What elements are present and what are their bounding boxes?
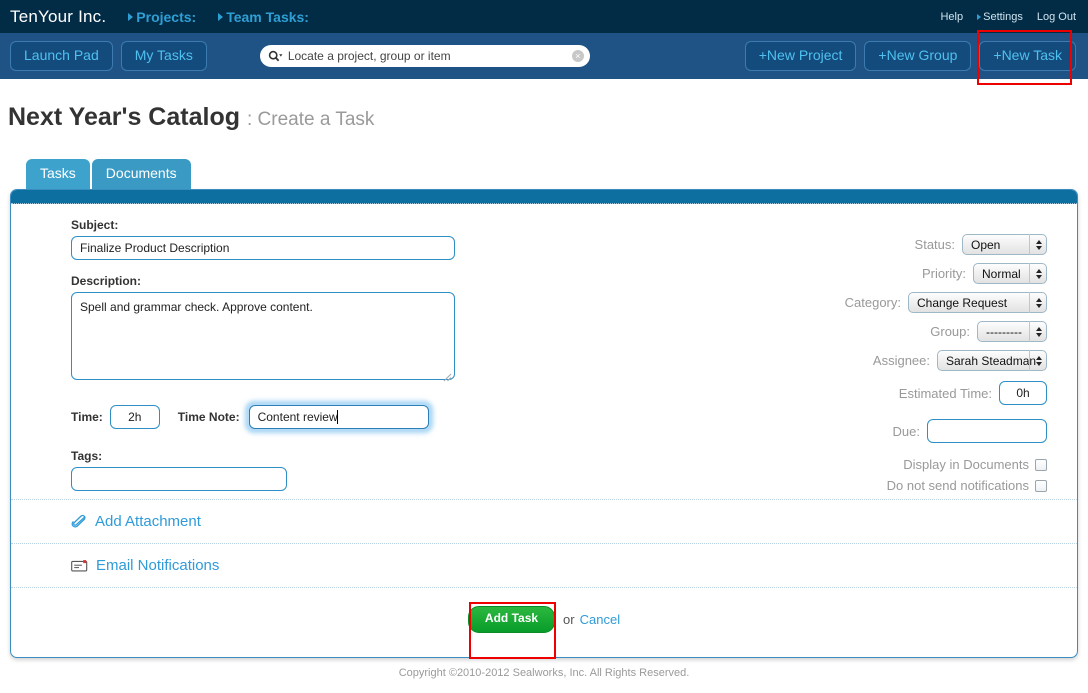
priority-select-wrapper: Normal <box>973 263 1047 285</box>
time-label: Time: <box>71 410 103 425</box>
description-label: Description: <box>71 274 142 289</box>
estimated-time-input[interactable] <box>999 381 1047 406</box>
group-select[interactable]: --------- <box>977 321 1047 343</box>
clear-circle-icon[interactable]: × <box>571 50 584 62</box>
new-task-button[interactable]: +New Task <box>979 40 1076 72</box>
submit-row: Add Task or Cancel <box>11 587 1077 656</box>
page-header: Next Year's Catalog : Create a Task <box>0 79 1088 132</box>
page-subtitle: : Create a Task <box>246 109 375 130</box>
display-in-documents-checkbox[interactable] <box>1035 458 1047 471</box>
my-tasks-button[interactable]: My Tasks <box>120 40 207 72</box>
settings-link[interactable]: Settings <box>977 11 1023 23</box>
category-row: Category: Change Request <box>481 292 1047 314</box>
new-group-button[interactable]: +New Group <box>864 40 972 72</box>
search-box[interactable]: Locate a project, group or item × <box>259 45 590 67</box>
category-label: Category: <box>844 295 901 311</box>
topnav-team-tasks-label: Team Tasks: <box>226 8 309 25</box>
topnav-projects-label: Projects: <box>136 8 197 25</box>
footer: Copyright ©2010-2012 Sealworks, Inc. All… <box>398 666 690 679</box>
assignee-select-wrapper: Sarah Steadman <box>937 350 1047 372</box>
triangle-right-icon <box>218 12 224 21</box>
topnav-projects[interactable]: Projects: <box>128 9 196 25</box>
group-label: Group: <box>930 324 970 340</box>
status-row: Status: Open <box>481 234 1047 256</box>
tags-label: Tags: <box>71 449 103 464</box>
triangle-right-icon <box>128 12 134 21</box>
form-columns: Subject: Description: Time: Time Note: <box>11 218 1077 499</box>
group-row: Group: --------- <box>481 321 1047 343</box>
assignee-row: Assignee: Sarah Steadman <box>481 350 1047 372</box>
settings-label: Settings <box>983 10 1023 23</box>
launch-pad-button[interactable]: Launch Pad <box>10 40 113 72</box>
time-note-focus-ring <box>246 403 431 432</box>
status-label: Status: <box>914 237 955 253</box>
do-not-send-notifications-row: Do not send notifications <box>481 478 1047 493</box>
estimated-time-label: Estimated Time: <box>898 385 992 401</box>
form-right-column: Status: Open Priority: Normal Category: … <box>481 218 1077 499</box>
search-icon <box>268 50 283 63</box>
topbar-right-links: Help Settings Log Out <box>940 11 1076 23</box>
status-select-wrapper: Open <box>962 234 1047 256</box>
priority-row: Priority: Normal <box>481 263 1047 285</box>
time-input[interactable] <box>109 405 160 430</box>
add-task-button[interactable]: Add Task <box>467 606 556 633</box>
form-left-column: Subject: Description: Time: Time Note: <box>11 218 481 499</box>
subject-label: Subject: <box>71 218 119 233</box>
time-note-input[interactable] <box>248 405 429 430</box>
panel-header-bar <box>11 190 1077 205</box>
do-not-send-notifications-label: Do not send notifications <box>886 478 1029 494</box>
priority-select[interactable]: Normal <box>973 263 1047 285</box>
due-input[interactable] <box>927 419 1047 444</box>
due-row: Due: <box>481 419 1047 444</box>
or-text: or <box>563 611 575 627</box>
envelope-icon <box>71 559 89 573</box>
category-select[interactable]: Change Request <box>908 292 1047 314</box>
time-row: Time: Time Note: <box>71 403 481 432</box>
nav-actions: +New Project +New Group +New Task <box>737 40 1076 72</box>
description-input[interactable] <box>71 292 455 381</box>
tab-tasks[interactable]: Tasks <box>26 159 90 190</box>
text-cursor <box>336 410 338 425</box>
tab-bar: Tasks Documents <box>26 159 1088 190</box>
estimated-time-row: Estimated Time: <box>481 381 1047 406</box>
paperclip-icon <box>71 514 88 529</box>
add-attachment-link[interactable]: Add Attachment <box>95 513 201 530</box>
triangle-right-icon <box>977 13 982 20</box>
assignee-label: Assignee: <box>872 353 930 369</box>
page-title: Next Year's Catalog <box>8 103 240 131</box>
description-wrapper <box>71 292 455 385</box>
assignee-select[interactable]: Sarah Steadman <box>937 350 1047 372</box>
topnav-team-tasks[interactable]: Team Tasks: <box>218 9 309 25</box>
tags-input[interactable] <box>71 467 287 492</box>
email-notifications-row: Email Notifications <box>11 543 1077 587</box>
logout-link[interactable]: Log Out <box>1037 11 1076 23</box>
status-select[interactable]: Open <box>962 234 1047 256</box>
priority-label: Priority: <box>921 266 966 282</box>
top-bar: TenYour Inc. Projects: Team Tasks: Help … <box>0 0 1088 33</box>
subject-input[interactable] <box>71 236 455 261</box>
new-project-button[interactable]: +New Project <box>744 40 857 72</box>
add-attachment-row: Add Attachment <box>11 499 1077 543</box>
time-note-label: Time Note: <box>177 410 240 425</box>
display-in-documents-row: Display in Documents <box>481 457 1047 472</box>
brand-logo: TenYour Inc. <box>10 6 107 26</box>
search-input[interactable]: Locate a project, group or item <box>288 49 572 63</box>
help-link[interactable]: Help <box>940 11 963 23</box>
task-form-panel: Subject: Description: Time: Time Note: <box>10 189 1078 658</box>
tab-documents[interactable]: Documents <box>91 159 191 190</box>
due-label: Due: <box>892 423 920 439</box>
display-in-documents-label: Display in Documents <box>903 457 1029 473</box>
group-select-wrapper: --------- <box>977 321 1047 343</box>
cancel-link[interactable]: Cancel <box>580 612 620 627</box>
task-form: Subject: Description: Time: Time Note: <box>11 204 1077 656</box>
do-not-send-notifications-checkbox[interactable] <box>1035 479 1047 492</box>
nav-bar: Launch Pad My Tasks Locate a project, gr… <box>0 33 1088 79</box>
email-notifications-link[interactable]: Email Notifications <box>96 557 219 574</box>
category-select-wrapper: Change Request <box>908 292 1047 314</box>
